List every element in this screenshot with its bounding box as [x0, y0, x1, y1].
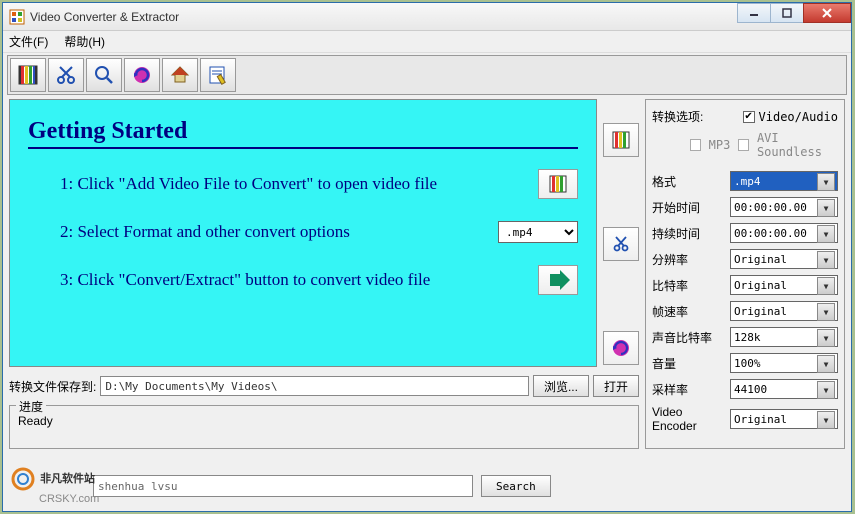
edit-icon[interactable]	[200, 58, 236, 92]
titlebar: Video Converter & Extractor	[3, 3, 851, 31]
refresh-icon[interactable]	[124, 58, 160, 92]
video-audio-checkbox[interactable]: ✔	[743, 111, 755, 123]
menu-file[interactable]: 文件(F)	[9, 33, 48, 50]
open-button[interactable]: 打开	[593, 375, 639, 397]
side-scissors-icon[interactable]	[603, 227, 639, 261]
scissors-icon[interactable]	[48, 58, 84, 92]
window-title: Video Converter & Extractor	[30, 10, 179, 24]
window-controls	[738, 3, 851, 23]
side-refresh-icon[interactable]	[603, 331, 639, 365]
step-2-text: 2: Select Format and other convert optio…	[60, 222, 498, 242]
watermark-brand: 非凡软件站	[40, 473, 95, 485]
option-label: 分辨率	[652, 251, 730, 268]
search-button[interactable]: Search	[481, 475, 551, 497]
option-row-2: 持续时间00:00:00.00	[652, 223, 838, 243]
home-icon[interactable]	[162, 58, 198, 92]
menubar: 文件(F) 帮助(H)	[3, 31, 851, 53]
film-icon[interactable]	[10, 58, 46, 92]
divider	[28, 147, 578, 149]
toolbar	[7, 55, 847, 95]
option-row-3: 分辨率Original	[652, 249, 838, 269]
option-select[interactable]: 00:00:00.00	[730, 197, 838, 217]
search-input[interactable]	[93, 475, 473, 497]
progress-label: 进度	[16, 398, 46, 415]
option-row-0: 格式.mp4	[652, 171, 838, 191]
avi-checkbox[interactable]	[738, 139, 749, 151]
progress-group: 进度 Ready	[9, 405, 639, 449]
getting-started-title: Getting Started	[28, 118, 578, 145]
option-row-8: 采样率44100	[652, 379, 838, 399]
mp3-label: MP3	[709, 138, 731, 152]
main-area: Getting Started 1: Click "Add Video File…	[3, 99, 851, 449]
watermark: 非凡软件站 CRSKY.com	[9, 465, 99, 505]
option-label: 音量	[652, 355, 730, 372]
output-label: 转换文件保存到:	[9, 378, 96, 395]
options-panel: 转换选项: ✔ Video/Audio MP3 AVI Soundless 格式…	[645, 99, 845, 449]
video-audio-label: Video/Audio	[759, 110, 838, 124]
close-button[interactable]	[803, 3, 851, 23]
app-icon	[9, 9, 25, 25]
option-select[interactable]: Original	[730, 275, 838, 295]
option-label: 声音比特率	[652, 329, 730, 346]
left-column: Getting Started 1: Click "Add Video File…	[9, 99, 639, 449]
option-label: 帧速率	[652, 303, 730, 320]
app-window: Video Converter & Extractor 文件(F) 帮助(H) …	[2, 2, 852, 512]
progress-status: Ready	[18, 414, 53, 428]
option-row-5: 帧速率Original	[652, 301, 838, 321]
side-buttons	[603, 99, 639, 367]
option-row-4: 比特率Original	[652, 275, 838, 295]
maximize-button[interactable]	[770, 3, 804, 23]
avi-label: AVI Soundless	[757, 131, 838, 159]
output-path-row: 转换文件保存到: 浏览... 打开	[9, 375, 639, 397]
convert-button[interactable]	[538, 265, 578, 295]
option-row-9: Video EncoderOriginal	[652, 405, 838, 433]
option-select[interactable]: Original	[730, 301, 838, 321]
options-header: 转换选项:	[652, 108, 743, 125]
menu-help[interactable]: 帮助(H)	[64, 33, 105, 50]
step-2: 2: Select Format and other convert optio…	[60, 221, 578, 243]
option-select[interactable]: 00:00:00.00	[730, 223, 838, 243]
option-select[interactable]: 100%	[730, 353, 838, 373]
step-1: 1: Click "Add Video File to Convert" to …	[60, 169, 578, 199]
option-label: 持续时间	[652, 225, 730, 242]
minimize-button[interactable]	[737, 3, 771, 23]
step-1-text: 1: Click "Add Video File to Convert" to …	[60, 174, 530, 194]
output-path-input[interactable]	[100, 376, 529, 396]
option-select[interactable]: 44100	[730, 379, 838, 399]
getting-started-panel: Getting Started 1: Click "Add Video File…	[9, 99, 597, 367]
option-row-6: 声音比特率128k	[652, 327, 838, 347]
option-label: Video Encoder	[652, 405, 730, 433]
option-row-7: 音量100%	[652, 353, 838, 373]
add-video-button[interactable]	[538, 169, 578, 199]
search-row: Search	[93, 475, 551, 497]
option-row-1: 开始时间00:00:00.00	[652, 197, 838, 217]
option-label: 格式	[652, 173, 730, 190]
magnifier-icon[interactable]	[86, 58, 122, 92]
step-3-text: 3: Click "Convert/Extract" button to con…	[60, 270, 530, 290]
option-label: 采样率	[652, 381, 730, 398]
option-select[interactable]: .mp4	[730, 171, 838, 191]
option-select[interactable]: 128k	[730, 327, 838, 347]
option-select[interactable]: Original	[730, 249, 838, 269]
step-3: 3: Click "Convert/Extract" button to con…	[60, 265, 578, 295]
mp3-checkbox[interactable]	[690, 139, 701, 151]
side-film-icon[interactable]	[603, 123, 639, 157]
browse-button[interactable]: 浏览...	[533, 375, 589, 397]
format-quick-select[interactable]: .mp4	[498, 221, 578, 243]
option-label: 比特率	[652, 277, 730, 294]
option-label: 开始时间	[652, 199, 730, 216]
watermark-site: CRSKY.com	[39, 493, 99, 505]
option-select[interactable]: Original	[730, 409, 838, 429]
